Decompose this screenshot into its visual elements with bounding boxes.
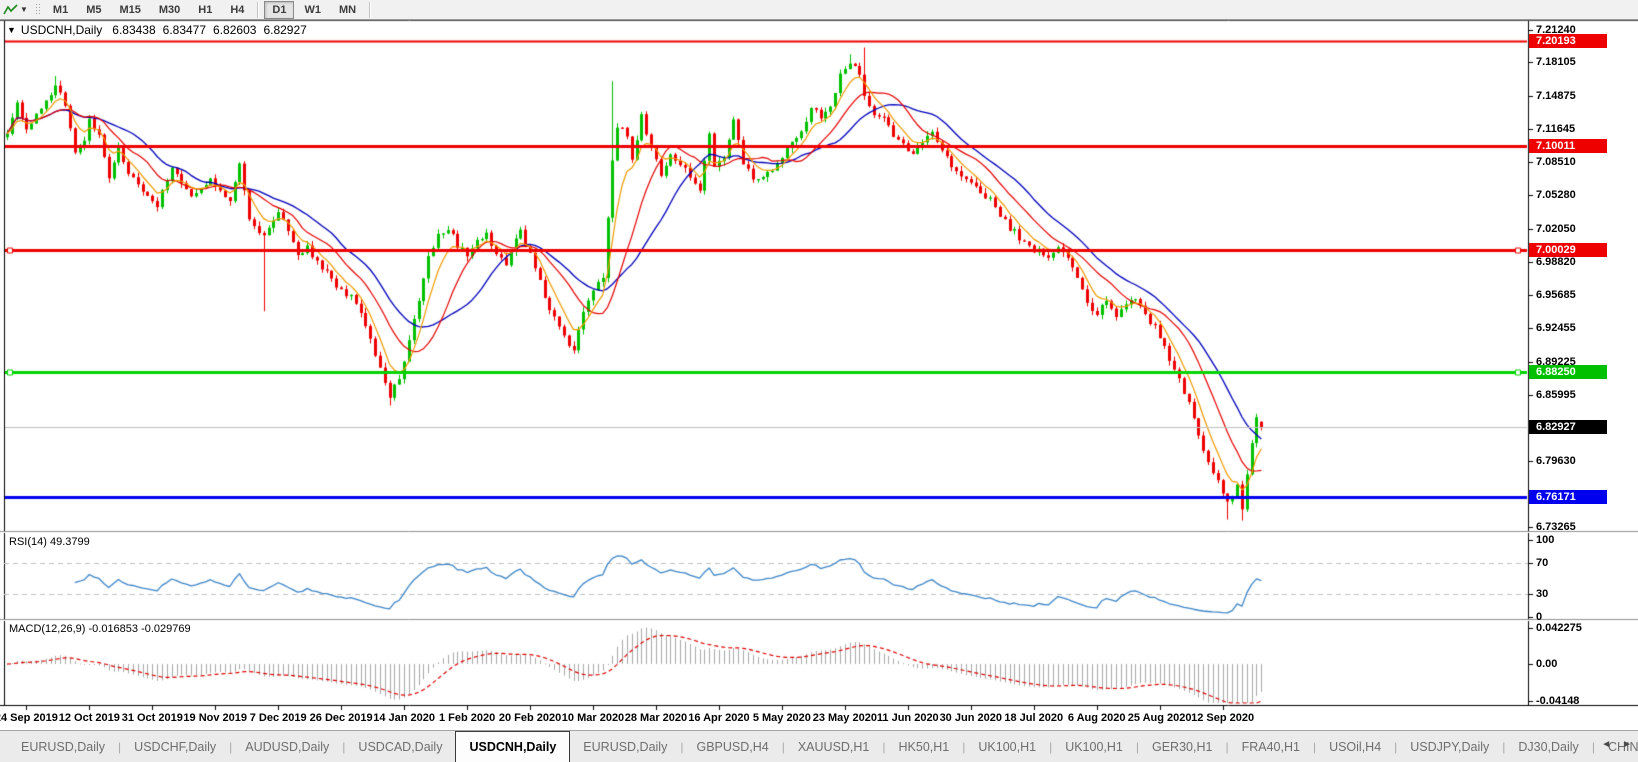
timeframe-button-h1[interactable]: H1 — [190, 1, 220, 19]
chart-tab-usoil-13[interactable]: USOil,H4 — [1316, 731, 1394, 762]
macd-axis-max: 0.042275 — [1536, 621, 1582, 635]
macd-axis-min: -0.04148 — [1536, 694, 1579, 708]
timeframe-button-h4[interactable]: H4 — [222, 1, 252, 19]
chart-symbol-period: USDCNH,Daily — [21, 23, 102, 37]
dropdown-caret-icon[interactable]: ▼ — [20, 5, 28, 14]
chart-tool-icon[interactable] — [0, 2, 20, 18]
rsi-axis-label: 70 — [1536, 556, 1548, 570]
price-line-badge: 6.76171 — [1529, 490, 1607, 504]
timeframe-button-m15[interactable]: M15 — [111, 1, 148, 19]
ohlc-high: 6.83477 — [163, 23, 206, 37]
chart-tab-usdcad-3[interactable]: USDCAD,Daily — [345, 731, 455, 762]
price-axis-label: 7.14875 — [1536, 89, 1576, 103]
timeframe-button-m5[interactable]: M5 — [78, 1, 109, 19]
price-line-badge: 7.20193 — [1529, 34, 1607, 48]
ohlc-low: 6.82603 — [213, 23, 256, 37]
price-axis-label: 6.95685 — [1536, 288, 1576, 302]
price-line-badge: 6.82927 — [1529, 420, 1607, 434]
tab-scroll-arrows: ◄ ► — [1601, 739, 1632, 750]
tab-scroll-right-icon[interactable]: ► — [1622, 739, 1632, 750]
price-axis-label: 6.98820 — [1536, 255, 1576, 269]
price-axis-label: 6.85995 — [1536, 388, 1576, 402]
chart-tab-audusd-2[interactable]: AUDUSD,Daily — [232, 731, 342, 762]
chart-tab-dj30-15[interactable]: DJ30,Daily — [1505, 731, 1591, 762]
price-axis-label: 6.92455 — [1536, 321, 1576, 335]
timeframe-button-m1[interactable]: M1 — [45, 1, 76, 19]
price-line-badge: 6.88250 — [1529, 365, 1607, 379]
chart-tab-usdcnh-4[interactable]: USDCNH,Daily — [455, 731, 570, 762]
chart-tab-uk100-9[interactable]: UK100,H1 — [965, 731, 1049, 762]
chart-tab-eurusd-5[interactable]: EURUSD,Daily — [570, 731, 680, 762]
timeframe-button-mn[interactable]: MN — [331, 1, 364, 19]
chart-tab-uk100-10[interactable]: UK100,H1 — [1052, 731, 1136, 762]
price-axis-label: 7.11645 — [1536, 122, 1575, 136]
macd-pane-label: MACD(12,26,9) -0.016853 -0.029769 — [9, 623, 191, 635]
date-axis-label: 12 Sep 2020 — [1183, 712, 1263, 724]
chart-tab-bar: EURUSD,Daily|USDCHF,Daily|AUDUSD,Daily|U… — [0, 730, 1638, 762]
timeframe-button-m30[interactable]: M30 — [151, 1, 188, 19]
macd-current-values: -0.016853 -0.029769 — [88, 623, 190, 635]
timeframe-toolbar: ▼ M1M5M15M30H1H4 D1W1MN — [0, 0, 1638, 20]
price-axis-label: 7.18105 — [1536, 55, 1576, 69]
price-axis-label: 7.02050 — [1536, 222, 1576, 236]
toolbar-grip[interactable] — [35, 3, 40, 16]
rsi-pane-label: RSI(14) 49.3799 — [9, 536, 90, 548]
chart-tab-hk50-8[interactable]: HK50,H1 — [886, 731, 963, 762]
price-line-badge: 7.10011 — [1529, 139, 1607, 153]
timeframe-button-w1[interactable]: W1 — [296, 1, 329, 19]
tab-scroll-left-icon[interactable]: ◄ — [1601, 739, 1611, 750]
chart-tab-usdjpy-14[interactable]: USDJPY,Daily — [1397, 731, 1502, 762]
ohlc-close: 6.82927 — [263, 23, 306, 37]
toolbar-separator — [369, 2, 371, 18]
toolbar-separator — [257, 2, 259, 18]
chart-tab-usdchf-1[interactable]: USDCHF,Daily — [121, 731, 229, 762]
price-axis-label: 7.08510 — [1536, 155, 1576, 169]
chart-title: ▼ USDCNH,Daily 6.83438 6.83477 6.82603 6… — [7, 23, 314, 37]
chart-tab-eurusd-0[interactable]: EURUSD,Daily — [8, 731, 118, 762]
price-axis-label: 7.05280 — [1536, 188, 1576, 202]
chart-tab-fra40-12[interactable]: FRA40,H1 — [1229, 731, 1313, 762]
rsi-axis-label: 100 — [1536, 533, 1554, 547]
collapse-caret-icon[interactable]: ▼ — [7, 25, 16, 35]
price-chart-canvas[interactable] — [0, 0, 1638, 762]
chart-tab-ger30-11[interactable]: GER30,H1 — [1139, 731, 1225, 762]
price-axis-label: 6.79630 — [1536, 454, 1576, 468]
ohlc-open: 6.83438 — [112, 23, 155, 37]
chart-tab-gbpusd-6[interactable]: GBPUSD,H4 — [683, 731, 781, 762]
chart-tab-xauusd-7[interactable]: XAUUSD,H1 — [785, 731, 883, 762]
rsi-axis-label: 30 — [1536, 587, 1548, 601]
price-line-badge: 7.00029 — [1529, 243, 1607, 257]
timeframe-button-d1[interactable]: D1 — [264, 1, 294, 19]
macd-axis-zero: 0.00 — [1536, 657, 1557, 671]
rsi-current-value: 49.3799 — [50, 536, 90, 548]
